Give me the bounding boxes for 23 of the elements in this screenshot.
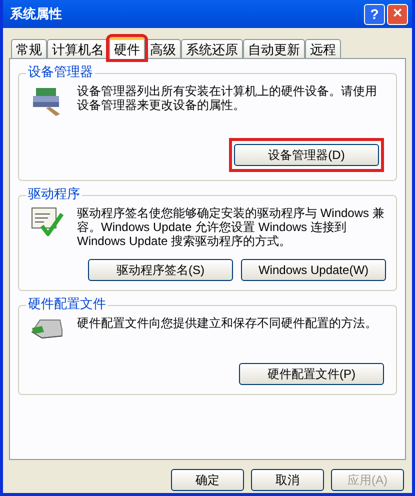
dialog-button[interactable]: Windows Update(W) [241,259,386,281]
group-title: 硬件配置文件 [26,296,108,312]
tab[interactable]: 远程 [305,39,341,58]
dialog-button[interactable]: 确定 [171,469,244,491]
window-title: 系统属性 [10,5,62,24]
help-button[interactable]: ? [364,4,385,24]
tab[interactable]: 高级 [145,39,181,58]
group-description: 硬件配置文件向您提供建立和保存不同硬件配置的方法。 [77,316,377,332]
close-button[interactable]: × [387,4,408,24]
dialog-button[interactable]: 取消 [251,469,324,491]
tab[interactable]: 计算机名 [47,39,109,58]
tab[interactable]: 常规 [11,39,47,58]
dialog-button[interactable]: 设备管理器(D) [234,144,379,166]
tab[interactable]: 硬件 [109,37,145,59]
group-title: 设备管理器 [26,64,95,80]
dialog-button[interactable]: 硬件配置文件(P) [239,363,384,385]
group-title: 驱动程序 [26,186,82,202]
group-description: 设备管理器列出所有安装在计算机上的硬件设备。请使用设备管理器来更改设备的属性。 [77,84,378,114]
group-description: 驱动程序签名使您能够确定安装的驱动程序与 Windows 兼容。Windows Update 允许您设置 Windows 连接到 Windows Update 搜索驱动程序的方式。 [77,206,386,248]
tab[interactable]: 自动更新 [243,39,305,58]
certificate-check-icon [30,206,64,236]
dialog-button[interactable]: 驱动程序签名(S) [88,259,233,281]
tab[interactable]: 系统还原 [181,39,243,58]
